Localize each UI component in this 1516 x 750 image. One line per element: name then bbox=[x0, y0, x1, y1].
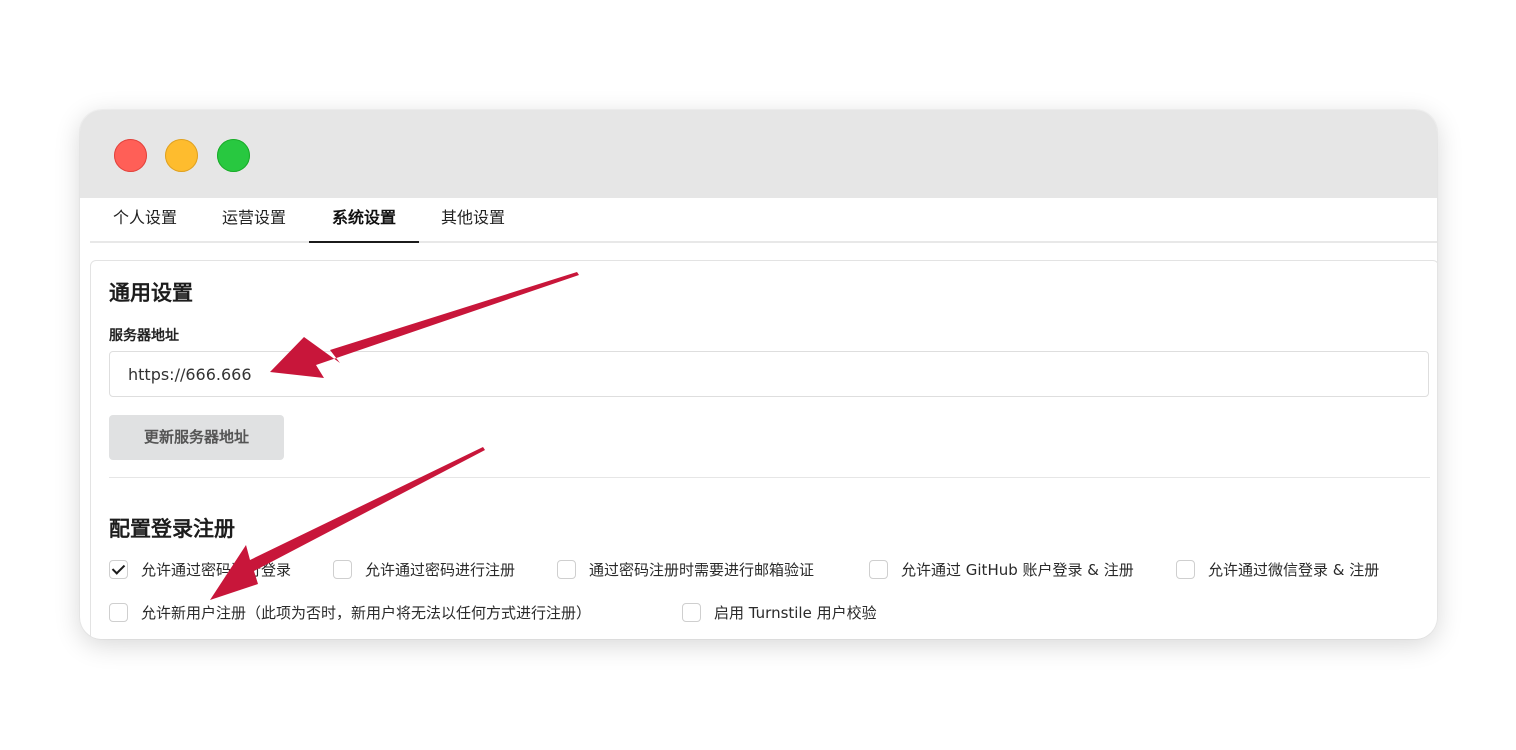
server-address-label: 服务器地址 bbox=[109, 328, 179, 344]
system-settings-panel: 通用设置 服务器地址 更新服务器地址 配置登录注册 允许通过密码进行登录 允许通… bbox=[90, 260, 1437, 639]
password-register-checkbox[interactable]: 允许通过密码进行注册 bbox=[333, 559, 515, 580]
new-user-registration-checkbox[interactable]: 允许新用户注册（此项为否时，新用户将无法以任何方式进行注册） bbox=[109, 602, 591, 623]
update-server-address-button[interactable]: 更新服务器地址 bbox=[109, 415, 284, 460]
checkbox-unchecked[interactable] bbox=[557, 560, 576, 579]
email-verification-checkbox[interactable]: 通过密码注册时需要进行邮箱验证 bbox=[557, 559, 814, 580]
checkbox-unchecked[interactable] bbox=[333, 560, 352, 579]
checkbox-unchecked[interactable] bbox=[109, 603, 128, 622]
server-address-input[interactable] bbox=[109, 351, 1429, 397]
checkbox-label: 允许通过 GitHub 账户登录 & 注册 bbox=[901, 561, 1134, 579]
checkbox-label: 允许通过密码进行注册 bbox=[365, 561, 516, 579]
checkbox-checked[interactable] bbox=[109, 560, 128, 579]
checkbox-label: 允许新用户注册（此项为否时，新用户将无法以任何方式进行注册） bbox=[141, 604, 592, 622]
turnstile-verification-checkbox[interactable]: 启用 Turnstile 用户校验 bbox=[682, 602, 877, 623]
login-registration-heading: 配置登录注册 bbox=[109, 517, 235, 541]
checkbox-label: 允许通过微信登录 & 注册 bbox=[1208, 561, 1380, 579]
checkbox-unchecked[interactable] bbox=[682, 603, 701, 622]
title-bar bbox=[80, 110, 1437, 198]
checkbox-label: 启用 Turnstile 用户校验 bbox=[714, 604, 877, 622]
password-login-checkbox[interactable]: 允许通过密码进行登录 bbox=[109, 559, 291, 580]
github-login-checkbox[interactable]: 允许通过 GitHub 账户登录 & 注册 bbox=[869, 559, 1134, 580]
section-divider bbox=[109, 477, 1430, 478]
general-settings-heading: 通用设置 bbox=[109, 281, 193, 305]
close-window-button[interactable] bbox=[114, 139, 147, 172]
settings-tabs: 个人设置 运营设置 系统设置 其他设置 bbox=[90, 198, 1437, 243]
checkbox-unchecked[interactable] bbox=[869, 560, 888, 579]
checkbox-label: 允许通过密码进行登录 bbox=[141, 561, 292, 579]
tab-personal-settings[interactable]: 个人设置 bbox=[110, 198, 180, 241]
tab-system-settings[interactable]: 系统设置 bbox=[309, 198, 419, 243]
app-window: 个人设置 运营设置 系统设置 其他设置 通用设置 服务器地址 更新服务器地址 配… bbox=[80, 110, 1437, 639]
tab-operation-settings[interactable]: 运营设置 bbox=[219, 198, 289, 241]
wechat-login-checkbox[interactable]: 允许通过微信登录 & 注册 bbox=[1176, 559, 1379, 580]
minimize-window-button[interactable] bbox=[165, 139, 198, 172]
tab-other-settings[interactable]: 其他设置 bbox=[438, 198, 508, 241]
checkbox-label: 通过密码注册时需要进行邮箱验证 bbox=[589, 561, 815, 579]
maximize-window-button[interactable] bbox=[217, 139, 250, 172]
checkbox-unchecked[interactable] bbox=[1176, 560, 1195, 579]
